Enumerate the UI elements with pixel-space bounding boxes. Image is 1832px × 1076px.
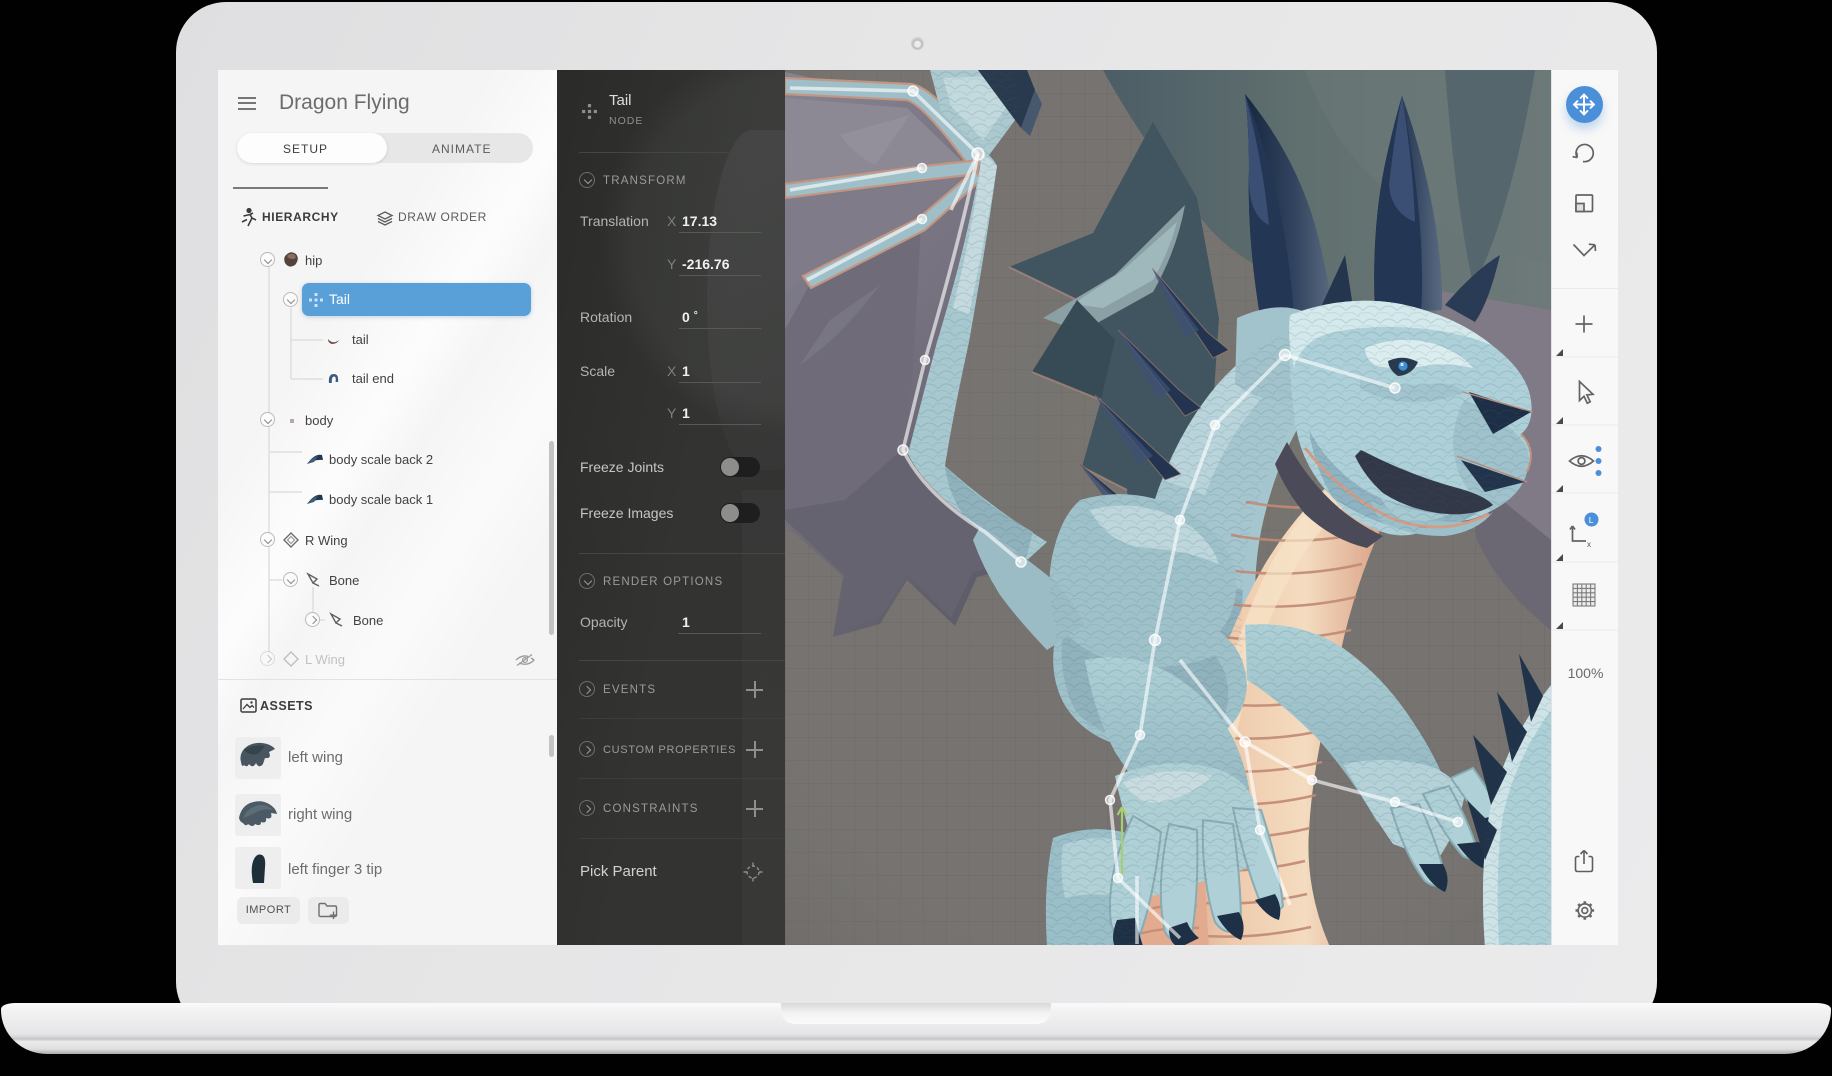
- svg-text:L: L: [1589, 515, 1594, 525]
- svg-text:x: x: [1587, 540, 1591, 549]
